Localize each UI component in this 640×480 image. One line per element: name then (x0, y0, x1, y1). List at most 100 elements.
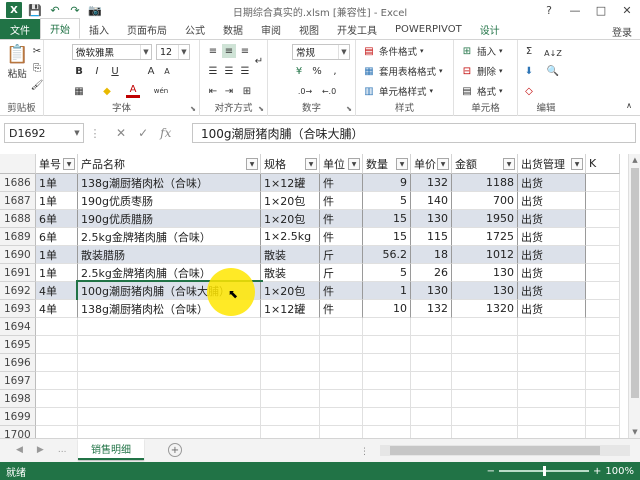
tab-view[interactable]: 视图 (290, 19, 328, 39)
scroll-thumb[interactable] (631, 168, 639, 398)
table-cell[interactable] (363, 426, 411, 438)
table-cell[interactable]: 件 (320, 228, 363, 246)
zoom-level[interactable]: 100% (605, 466, 634, 477)
table-header-cell[interactable]: 金额 ▼ (452, 154, 518, 174)
table-cell[interactable]: 130 (411, 210, 452, 228)
table-cell[interactable] (586, 372, 620, 390)
restore-button[interactable]: □ (588, 0, 614, 20)
fill-icon[interactable]: ⬇ (522, 64, 536, 78)
align-middle-icon[interactable]: ≡ (222, 44, 236, 58)
table-cell[interactable]: 件 (320, 300, 363, 318)
table-cell[interactable] (452, 318, 518, 336)
table-cell[interactable]: 1725 (452, 228, 518, 246)
number-format-combo[interactable]: 常规 ▼ (292, 44, 350, 60)
minimize-button[interactable]: — (562, 0, 588, 20)
row-header[interactable]: 1691 (0, 264, 36, 282)
insert-cells-button[interactable]: ⊞ 插入 ▾ (460, 44, 503, 59)
align-top-icon[interactable]: ≡ (206, 44, 220, 58)
table-cell[interactable]: 出货 (518, 192, 586, 210)
increase-indent-icon[interactable]: ⇥ (222, 84, 236, 98)
font-name-combo[interactable]: 微软雅黑 ▼ (72, 44, 152, 60)
font-color-button[interactable]: A (126, 84, 140, 98)
table-cell[interactable]: 1×20包 (261, 210, 320, 228)
next-sheet-icon[interactable]: ▶ (37, 445, 44, 455)
row-header[interactable]: 1686 (0, 174, 36, 192)
table-cell[interactable]: 5 (363, 192, 411, 210)
font-size-combo[interactable]: 12 ▼ (156, 44, 190, 60)
find-select-icon[interactable]: 🔍 (546, 64, 560, 78)
table-cell[interactable]: 130 (452, 264, 518, 282)
grow-font-button[interactable]: A (144, 64, 158, 78)
table-cell[interactable] (261, 318, 320, 336)
row-header[interactable]: 1693 (0, 300, 36, 318)
merge-center-icon[interactable]: ⊞ (240, 84, 254, 98)
horizontal-scroll-thumb[interactable] (390, 446, 600, 455)
row-header[interactable]: 1688 (0, 210, 36, 228)
clear-icon[interactable]: ◇ (522, 84, 536, 98)
table-cell[interactable]: 件 (320, 174, 363, 192)
table-cell[interactable]: 件 (320, 210, 363, 228)
table-cell[interactable] (518, 354, 586, 372)
table-cell[interactable] (452, 408, 518, 426)
increase-decimal-icon[interactable]: .0→ (298, 84, 312, 98)
table-cell[interactable]: 出货 (518, 174, 586, 192)
formula-input[interactable]: 100g潮厨猪肉脯（合味大脯） (192, 123, 636, 143)
table-cell[interactable] (586, 246, 620, 264)
table-cell[interactable] (36, 408, 78, 426)
sheet-tab-sales-detail[interactable]: 销售明细 (78, 439, 144, 460)
table-cell[interactable]: 138g潮厨猪肉松（合味） (78, 174, 261, 192)
filter-dropdown-icon[interactable]: ▼ (437, 158, 449, 170)
tab-page-layout[interactable]: 页面布局 (118, 19, 176, 39)
table-cell[interactable] (452, 390, 518, 408)
dialog-launcher-icon[interactable]: ⬊ (190, 105, 196, 113)
cell-styles-button[interactable]: ▥ 单元格样式 ▾ (362, 84, 433, 99)
row-header[interactable]: 1699 (0, 408, 36, 426)
currency-button[interactable]: ¥ (292, 64, 306, 78)
filter-dropdown-icon[interactable]: ▼ (396, 158, 408, 170)
table-cell[interactable]: 130 (452, 282, 518, 300)
table-cell[interactable] (78, 426, 261, 438)
horizontal-scrollbar[interactable] (380, 445, 630, 456)
table-cell[interactable] (411, 408, 452, 426)
table-cell[interactable] (320, 318, 363, 336)
underline-button[interactable]: U (108, 64, 122, 78)
collapse-ribbon-icon[interactable]: ∧ (622, 98, 636, 112)
table-cell[interactable]: 1×12罐 (261, 174, 320, 192)
prev-sheet-icon[interactable]: ◀ (16, 445, 23, 455)
table-cell[interactable]: 1012 (452, 246, 518, 264)
table-cell[interactable]: 15 (363, 210, 411, 228)
table-cell[interactable]: 18 (411, 246, 452, 264)
table-cell[interactable] (363, 354, 411, 372)
table-header-cell[interactable]: 产品名称 ▼ (78, 154, 261, 174)
zoom-slider-knob[interactable] (543, 466, 547, 476)
table-cell[interactable]: 1×20包 (261, 192, 320, 210)
scroll-up-icon[interactable]: ▲ (629, 154, 640, 166)
table-cell[interactable]: 1×2.5kg (261, 228, 320, 246)
border-icon[interactable]: ▦ (72, 84, 86, 98)
filter-dropdown-icon[interactable]: ▼ (246, 158, 258, 170)
table-cell[interactable] (586, 408, 620, 426)
table-cell[interactable] (586, 318, 620, 336)
copy-icon[interactable]: ⎘ (30, 61, 44, 75)
table-cell[interactable] (518, 408, 586, 426)
table-cell[interactable]: 散装腊肠 (78, 246, 261, 264)
row-header[interactable]: 1687 (0, 192, 36, 210)
format-as-table-button[interactable]: ▦ 套用表格格式 ▾ (362, 64, 442, 79)
table-cell[interactable]: 10 (363, 300, 411, 318)
table-cell[interactable]: 130 (411, 282, 452, 300)
decrease-indent-icon[interactable]: ⇤ (206, 84, 220, 98)
table-cell[interactable]: 2.5kg金牌猪肉脯（合味） (78, 228, 261, 246)
row-header[interactable]: 1689 (0, 228, 36, 246)
table-header-cell[interactable]: 出货管理 ▼ (518, 154, 586, 174)
table-cell[interactable]: 1320 (452, 300, 518, 318)
table-cell[interactable]: 出货 (518, 300, 586, 318)
fill-color-icon[interactable]: ◆ (100, 84, 114, 98)
table-cell[interactable] (36, 426, 78, 438)
table-cell[interactable] (586, 354, 620, 372)
table-cell[interactable] (518, 336, 586, 354)
align-left-icon[interactable]: ☰ (206, 64, 220, 78)
row-header[interactable]: 1697 (0, 372, 36, 390)
table-cell[interactable]: 斤 (320, 246, 363, 264)
row-header[interactable]: 1696 (0, 354, 36, 372)
table-cell[interactable] (586, 264, 620, 282)
